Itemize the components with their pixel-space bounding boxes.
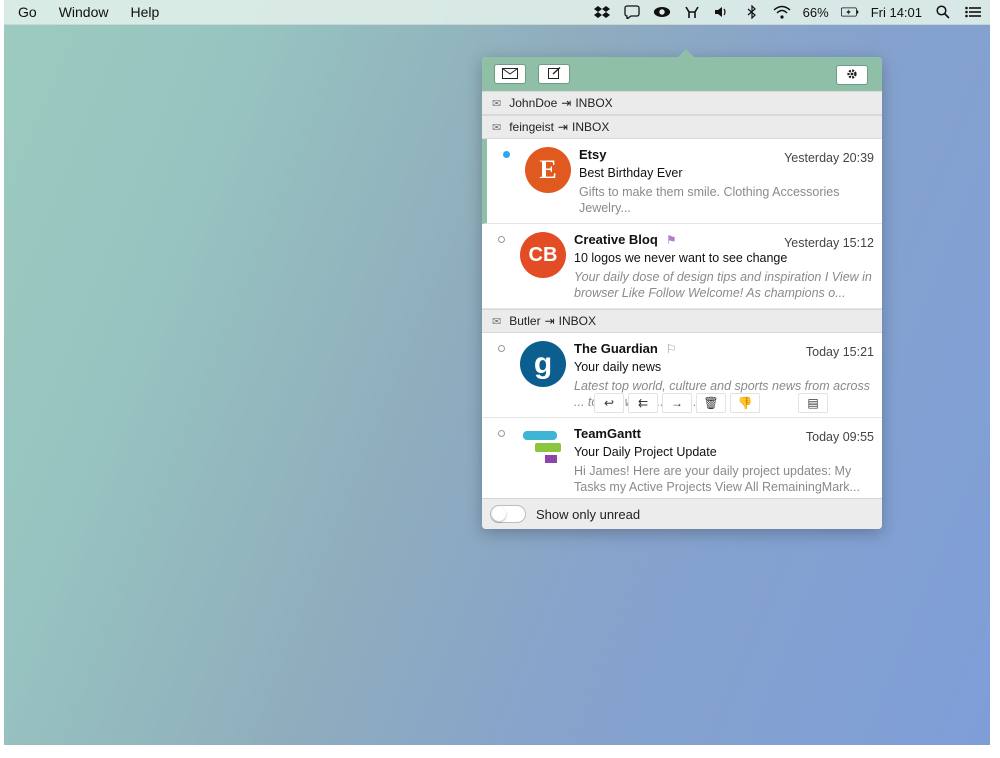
sender-name: TeamGantt [574,426,641,441]
clock[interactable]: Fri 14:01 [871,5,922,20]
menu-go[interactable]: Go [18,4,37,20]
hands-icon[interactable] [683,5,701,19]
read-dot [498,430,505,437]
account-name: feingeist [509,120,554,134]
archive-icon: ▤ [807,396,819,410]
reply-all-icon: ⇇ [637,396,649,410]
message-subject: Your daily news [574,360,662,374]
message-subject: Best Birthday Ever [579,166,683,180]
sender-name-text: The Guardian [574,341,658,356]
volume-icon[interactable] [713,5,731,19]
delete-button[interactable]: 🗑 [696,393,726,413]
status-area: 66% Fri 14:01 [593,0,982,24]
spam-button[interactable]: 👎 [730,393,760,413]
compose-icon [547,66,561,82]
envelope-icon: ✉ [492,315,502,328]
popup-footer: Show only unread [482,498,882,529]
menu-window[interactable]: Window [59,4,109,20]
mailbox-name: INBOX [575,96,613,110]
unread-dot [503,151,510,158]
envelope-icon: ✉ [492,97,502,110]
show-unread-label: Show only unread [536,506,641,522]
desktop-background: Go Window Help 66% Fri 14:01 ✉ JohnDoe ⇥… [4,0,990,745]
flag-icon[interactable]: ⚑ [666,233,677,247]
account-header-butler[interactable]: ✉ Butler ⇥ INBOX [482,309,882,333]
battery-icon[interactable] [840,5,859,19]
inbox-button[interactable] [494,64,526,84]
message-subject: Your Daily Project Update [574,445,717,459]
archive-button[interactable]: ▤ [798,393,828,413]
menu-help[interactable]: Help [130,4,159,20]
message-row-creative-bloq[interactable]: CB Creative Bloq ⚑ Yesterday 15:12 10 log… [482,224,882,309]
avatar: E [525,147,571,193]
avatar: CB [520,232,566,278]
settings-button[interactable] [836,65,868,85]
gear-icon [846,68,858,83]
reply-icon: ↩ [603,396,615,410]
avatar [520,426,566,472]
message-preview: Your daily dose of design tips and inspi… [574,270,872,300]
wifi-icon[interactable] [773,5,791,19]
teamgantt-logo-icon [523,431,561,463]
show-unread-toggle[interactable] [490,505,526,523]
reply-all-button[interactable]: ⇇ [628,393,658,413]
flag-outline-icon[interactable]: ⚐ [666,342,677,356]
message-time: Yesterday 15:12 [784,236,874,250]
forward-icon: → [671,396,683,410]
message-time: Yesterday 20:39 [784,151,874,165]
avatar: g [520,341,566,387]
mail-popup: ✉ JohnDoe ⇥ INBOX ✉ feingeist ⇥ INBOX E … [482,49,882,529]
chat-icon[interactable] [623,5,641,19]
account-name: JohnDoe [509,96,558,110]
sender-name: Etsy [579,147,607,162]
arrow-icon: ⇥ [561,96,572,110]
arrow-icon: ⇥ [557,120,568,134]
account-name: Butler [509,314,541,328]
message-preview: Hi James! Here are your daily project up… [574,464,860,494]
account-header-johndoe[interactable]: ✉ JohnDoe ⇥ INBOX [482,91,882,115]
message-subject: 10 logos we never want to see change [574,251,788,265]
eye-icon[interactable] [653,5,671,19]
envelope-icon: ✉ [492,121,502,134]
trash-icon: 🗑 [703,396,719,410]
dropbox-icon[interactable] [593,5,611,19]
popup-toolbar [482,57,882,91]
message-preview: Gifts to make them smile. Clothing Acces… [579,185,840,215]
sender-name: Creative Bloq ⚑ [574,232,677,247]
mailbox-name: INBOX [571,120,610,134]
message-action-bar: ↩ ⇇ → 🗑 👎 ▤ [594,393,828,413]
message-row-etsy[interactable]: E Etsy Yesterday 20:39 Best Birthday Eve… [482,139,882,224]
envelope-icon [502,67,518,82]
reply-button[interactable]: ↩ [594,393,624,413]
notification-center-icon[interactable] [964,5,982,19]
sender-name-text: Creative Bloq [574,232,658,247]
spotlight-search-icon[interactable] [934,5,952,19]
forward-button[interactable]: → [662,393,692,413]
read-dot [498,236,505,243]
mailbox-name: INBOX [558,314,596,328]
read-dot [498,345,505,352]
toggle-knob [492,507,506,521]
bluetooth-icon[interactable] [743,5,761,19]
battery-percent: 66% [802,4,829,20]
message-row-the-guardian[interactable]: g The Guardian ⚐ Today 15:21 Your daily n… [482,333,882,418]
account-header-feingeist[interactable]: ✉ feingeist ⇥ INBOX [482,115,882,139]
compose-button[interactable] [538,64,570,84]
message-row-teamgantt[interactable]: TeamGantt Today 09:55 Your Daily Project… [482,418,882,502]
message-time: Today 15:21 [805,345,874,359]
arrow-icon: ⇥ [544,314,555,328]
message-time: Today 09:55 [805,430,874,444]
menu-bar: Go Window Help 66% Fri 14:01 [4,0,990,25]
thumbs-down-icon: 👎 [737,396,753,410]
sender-name: The Guardian ⚐ [574,341,677,356]
